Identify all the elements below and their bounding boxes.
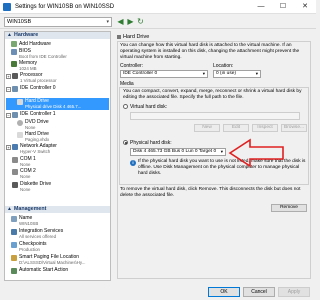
ok-button[interactable]: OK (208, 287, 240, 297)
annotation-arrow (228, 138, 284, 168)
cancel-button[interactable]: Cancel (243, 287, 275, 297)
apply-button[interactable]: Apply (278, 287, 310, 297)
dialog-footer: OK Cancel Apply (0, 283, 316, 300)
annotation-arrow-shape (228, 138, 284, 168)
